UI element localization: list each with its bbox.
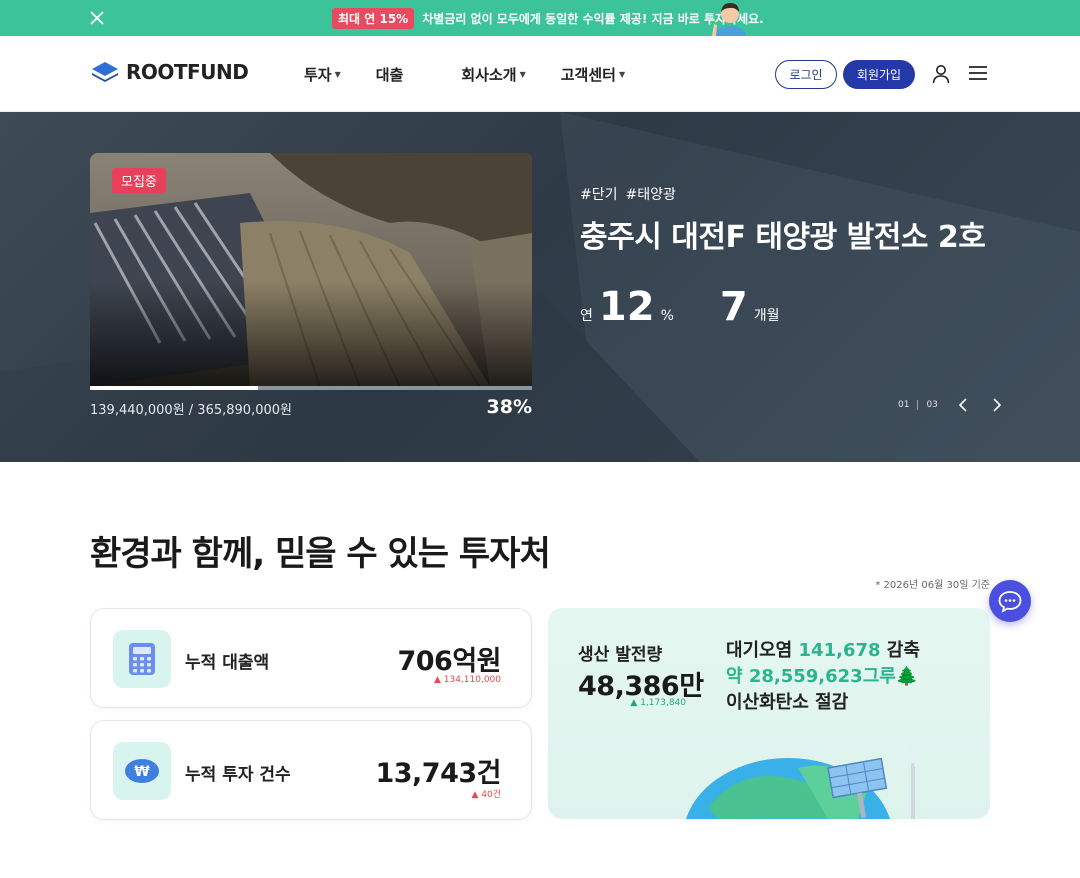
pager-total: 03: [926, 400, 938, 410]
calculator-icon: [113, 630, 171, 688]
chat-bubble-icon: [998, 591, 1022, 613]
loan-delta: ▲ 134,110,000: [433, 675, 501, 685]
term-unit: 개월: [753, 308, 780, 324]
promo-banner: 최대 연 15% 차별금리 없이 모두에게 동일한 수익률 제공! 지금 바로 …: [0, 0, 1080, 36]
section-title: 환경과 함께, 믿을 수 있는 투자처: [90, 534, 551, 574]
rate-value: 12: [598, 284, 655, 330]
tag-short-term[interactable]: #단기: [580, 184, 618, 204]
logo-icon: [92, 62, 118, 82]
funding-percent: 38%: [486, 396, 532, 418]
recruiting-badge: 모집중: [112, 168, 166, 193]
nav-invest[interactable]: 투자 ▼: [304, 64, 341, 85]
nav-company-label: 회사소개: [461, 66, 517, 84]
nav-support-label: 고객센터: [560, 66, 616, 84]
loan-label: 누적 대출액: [185, 653, 270, 673]
cumulative-loan-card: 누적 대출액 706억원 ▲ 134,110,000: [90, 608, 532, 708]
generation-label: 생산 발전량: [578, 645, 663, 665]
investments-label: 누적 투자 건수: [185, 765, 291, 785]
earth-solar-illustration: [686, 729, 941, 819]
nav-loan-label: 대출: [375, 66, 404, 84]
as-of-date: * 2026년 06월 30일 기준: [875, 580, 990, 591]
air-pollution-stats: 대기오염 141,678 감축 약 28,559,623그루🌲 이산화탄소 절감: [726, 638, 920, 716]
promo-content: 최대 연 15% 차별금리 없이 모두에게 동일한 수익률 제공! 지금 바로 …: [332, 7, 764, 29]
hamburger-menu-icon[interactable]: [968, 65, 988, 81]
hero-pager: 01 03: [898, 397, 1004, 413]
site-header: ROOTFUND 투자 ▼ 대출 회사소개 ▼ 고객센터 ▼ 로그인 회원가입: [0, 36, 1080, 112]
caret-down-icon: ▼: [519, 70, 526, 79]
svg-text:₩: ₩: [134, 764, 150, 780]
air-unit: 감축: [886, 640, 920, 661]
login-button[interactable]: 로그인: [775, 60, 837, 89]
promo-rate-badge: 최대 연 15%: [332, 7, 415, 29]
product-terms: 연 12 % 7 개월: [580, 284, 785, 330]
logo-text: ROOTFUND: [126, 60, 249, 84]
chevron-left-icon[interactable]: [956, 397, 972, 413]
eco-impact-card: 생산 발전량 48,386만 ▲ 1,173,840 대기오염 141,678 …: [548, 608, 990, 819]
air-value: 141,678: [798, 640, 881, 661]
close-icon[interactable]: [88, 9, 106, 27]
caret-down-icon: ▼: [618, 70, 626, 79]
cumulative-investments-card: ₩ 누적 투자 건수 13,743건 ▲ 40건: [90, 720, 532, 820]
rate-prefix: 연: [580, 308, 593, 324]
nav-loan[interactable]: 대출: [376, 64, 404, 85]
tag-solar[interactable]: #태양광: [626, 184, 676, 204]
signup-button[interactable]: 회원가입: [843, 60, 915, 89]
caret-down-icon: ▼: [334, 70, 341, 79]
pager-current: 01: [898, 400, 910, 410]
mascot-illustration: [712, 3, 746, 36]
user-icon[interactable]: [932, 64, 950, 84]
chat-button[interactable]: [989, 580, 1031, 622]
trees-value: 약 28,559,623그루🌲: [726, 666, 919, 687]
nav-support[interactable]: 고객센터 ▼: [561, 64, 625, 85]
funding-progress-fill: [90, 386, 258, 390]
logo[interactable]: ROOTFUND: [90, 60, 249, 84]
rate-unit: %: [660, 308, 674, 324]
nav-invest-label: 투자: [304, 66, 332, 84]
generation-delta: ▲ 1,173,840: [630, 698, 686, 708]
won-coin-icon: ₩: [113, 742, 171, 800]
product-title[interactable]: 충주시 대전F 태양광 발전소 2호: [580, 212, 986, 256]
term-value: 7: [719, 284, 748, 330]
funding-amounts: 139,440,000원 / 365,890,000원: [90, 403, 292, 418]
investments-delta: ▲ 40건: [471, 790, 501, 800]
loan-value: 706억원: [397, 646, 501, 677]
air-label: 대기오염: [726, 640, 793, 661]
investments-value: 13,743건: [375, 758, 501, 789]
featured-product-hero: 모집중 139,440,000원 / 365,890,000원 38% #단기 …: [0, 112, 1080, 462]
co2-label: 이산화탄소 절감: [726, 692, 849, 713]
nav-company[interactable]: 회사소개 ▼: [461, 64, 525, 85]
product-tags: #단기 #태양광: [580, 184, 676, 204]
main-nav: 투자 ▼ 대출 회사소개 ▼ 고객센터 ▼: [304, 64, 625, 85]
chevron-right-icon[interactable]: [988, 397, 1004, 413]
funding-progress-bar: [90, 386, 532, 390]
